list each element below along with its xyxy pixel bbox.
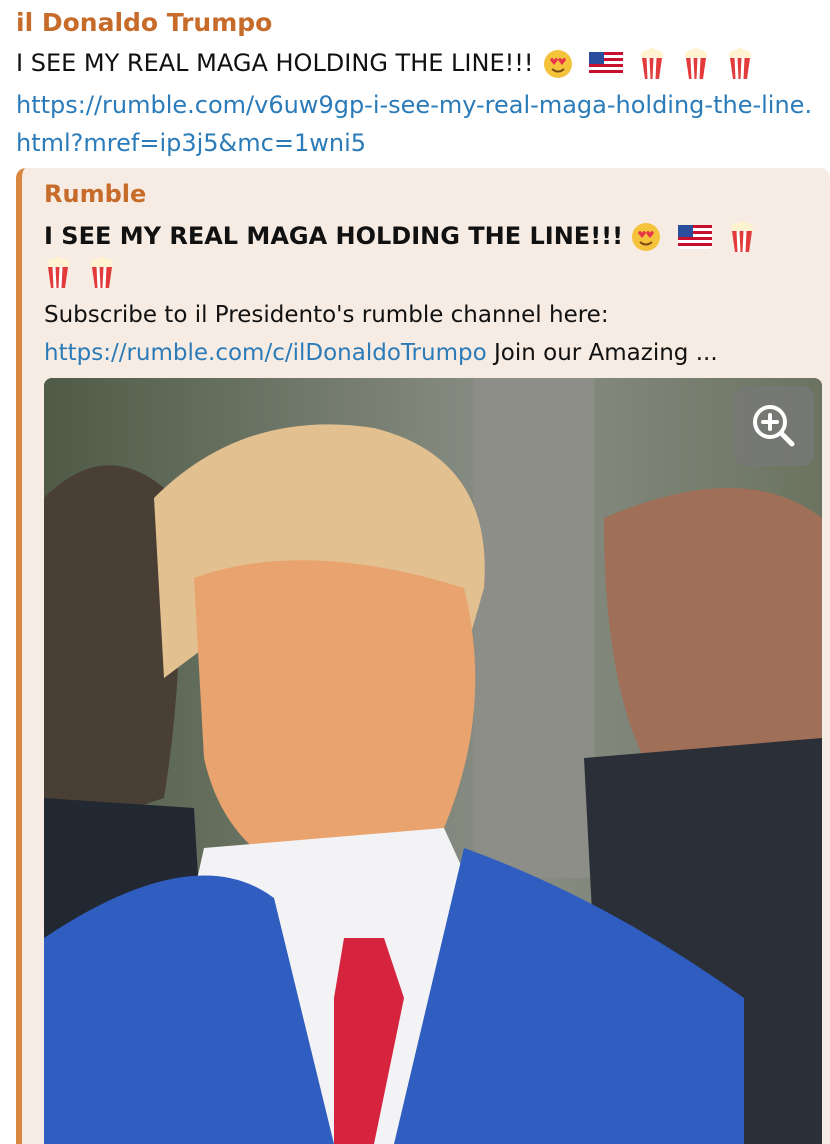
zoom-button[interactable] xyxy=(734,386,814,466)
message-bubble: il Donaldo Trumpo I SEE MY REAL MAGA HOL… xyxy=(0,0,830,1144)
link-preview-card[interactable]: Rumble I SEE MY REAL MAGA HOLDING THE LI… xyxy=(16,168,830,1144)
preview-description-text: Subscribe to il Presidento's rumble chan… xyxy=(44,302,609,328)
zoom-in-icon xyxy=(753,405,795,447)
popcorn-icon xyxy=(91,257,114,289)
message-text: I SEE MY REAL MAGA HOLDING THE LINE!!! xyxy=(16,49,534,77)
preview-description-tail: Join our Amazing ... xyxy=(486,340,718,366)
popcorn-icon xyxy=(47,257,69,289)
preview-description-link[interactable]: https://rumble.com/c/ilDonaldoTrumpo xyxy=(44,340,487,366)
photo-illustration xyxy=(44,378,822,1144)
popcorn-icon xyxy=(731,221,754,253)
us-flag-icon xyxy=(677,225,712,249)
preview-title: I SEE MY REAL MAGA HOLDING THE LINE!!! xyxy=(44,218,804,290)
preview-photo[interactable] xyxy=(44,378,822,1144)
message-emoji-row xyxy=(543,48,762,80)
popcorn-icon xyxy=(728,48,751,80)
popcorn-icon xyxy=(685,48,708,80)
us-flag-icon xyxy=(588,52,623,76)
preview-title-text: I SEE MY REAL MAGA HOLDING THE LINE!!! xyxy=(44,222,624,250)
heart-eyes-emoji-icon xyxy=(632,223,661,251)
message-text-line: I SEE MY REAL MAGA HOLDING THE LINE!!! xyxy=(16,48,762,80)
preview-description: Subscribe to il Presidento's rumble chan… xyxy=(44,296,824,372)
preview-site-name: Rumble xyxy=(44,180,147,208)
message-link[interactable]: https://rumble.com/v6uw9gp-i-see-my-real… xyxy=(16,86,826,162)
heart-eyes-emoji-icon xyxy=(544,50,573,78)
popcorn-icon xyxy=(641,48,664,80)
sender-name[interactable]: il Donaldo Trumpo xyxy=(16,8,272,37)
